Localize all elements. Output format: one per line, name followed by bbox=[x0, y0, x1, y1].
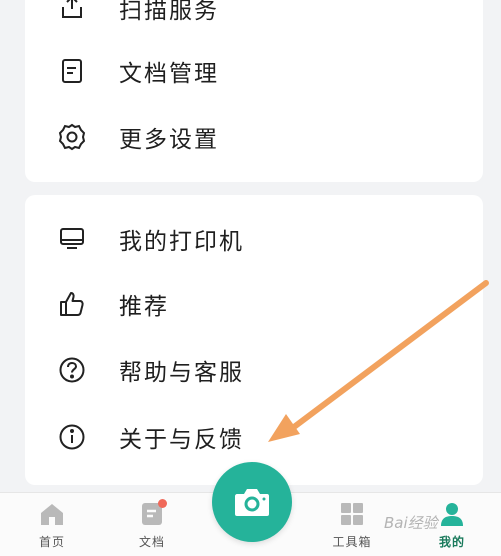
tab-label: 首页 bbox=[38, 535, 65, 549]
tab-label: 工具箱 bbox=[332, 535, 372, 549]
document-icon bbox=[55, 54, 89, 88]
settings-card-2: 我的打印机 推荐 帮助与客服 关于与反馈 bbox=[25, 195, 483, 485]
menu-item-label: 我的打印机 bbox=[119, 229, 244, 255]
camera-icon bbox=[235, 489, 269, 516]
notification-badge bbox=[158, 499, 167, 508]
thumbs-up-icon bbox=[55, 287, 89, 321]
menu-item-help-service[interactable]: 帮助与客服 bbox=[25, 340, 483, 400]
menu-item-label: 扫描服务 bbox=[119, 0, 219, 24]
watermark-text: Bai经验 bbox=[384, 514, 438, 532]
settings-card-1: 扫描服务 文档管理 更多设置 bbox=[25, 0, 483, 182]
menu-item-label: 关于与反馈 bbox=[119, 427, 244, 453]
menu-item-more-settings[interactable]: 更多设置 bbox=[25, 107, 483, 167]
tab-docs[interactable]: 文档 bbox=[112, 493, 192, 556]
tab-tools[interactable]: 工具箱 bbox=[312, 493, 392, 556]
menu-item-label: 推荐 bbox=[119, 294, 169, 320]
home-icon bbox=[41, 504, 63, 525]
menu-item-document-management[interactable]: 文档管理 bbox=[25, 41, 483, 101]
menu-item-scan-service[interactable]: 扫描服务 bbox=[25, 0, 483, 38]
user-icon bbox=[441, 503, 463, 526]
menu-item-label: 更多设置 bbox=[119, 127, 219, 153]
menu-item-recommend[interactable]: 推荐 bbox=[25, 274, 483, 334]
tab-home[interactable]: 首页 bbox=[12, 493, 92, 556]
grid-apps-icon bbox=[341, 503, 363, 525]
printer-icon bbox=[55, 222, 89, 256]
gear-icon bbox=[55, 120, 89, 154]
scan-upload-icon bbox=[55, 0, 89, 25]
menu-item-about-feedback[interactable]: 关于与反馈 bbox=[25, 407, 483, 467]
tab-label: 我的 bbox=[438, 535, 465, 549]
menu-item-label: 文档管理 bbox=[119, 61, 219, 87]
menu-item-my-printer[interactable]: 我的打印机 bbox=[25, 209, 483, 269]
info-circle-icon bbox=[55, 420, 89, 454]
tab-label: 文档 bbox=[138, 535, 165, 549]
camera-scan-button[interactable] bbox=[212, 462, 292, 542]
help-circle-icon bbox=[55, 353, 89, 387]
menu-item-label: 帮助与客服 bbox=[119, 360, 244, 386]
